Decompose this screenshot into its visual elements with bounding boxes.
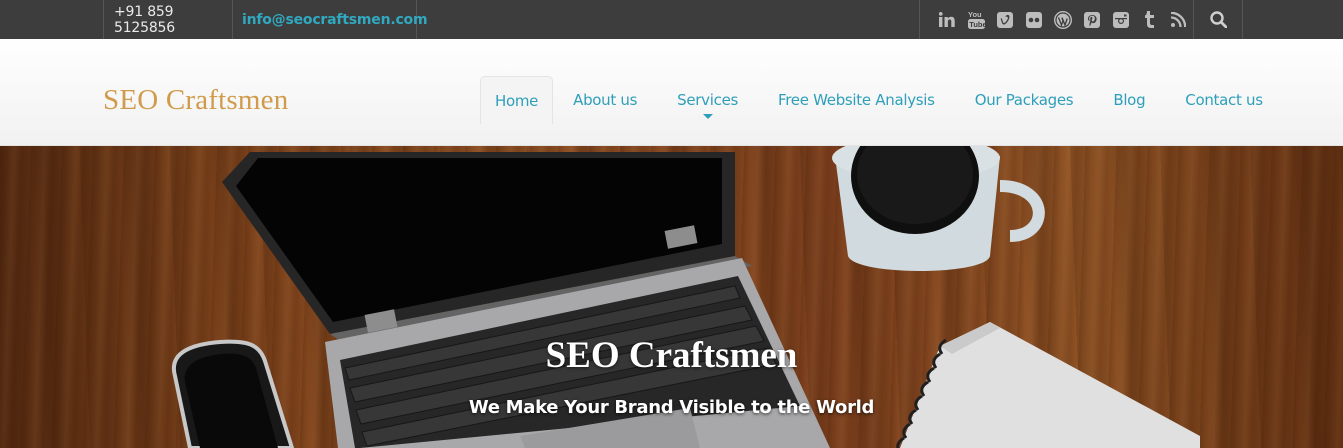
nav-services-label: Services [677, 91, 739, 109]
nav-free-website-analysis[interactable]: Free Website Analysis [758, 76, 955, 124]
instagram-icon[interactable] [1106, 0, 1135, 39]
nav-services[interactable]: Services [657, 76, 758, 124]
site-header: SEO Craftsmen Home About us Services Fre… [0, 39, 1343, 146]
dropdown-caret-icon [702, 114, 713, 119]
wordpress-icon[interactable] [1049, 0, 1078, 39]
site-logo[interactable]: SEO Craftsmen [103, 84, 288, 117]
nav-our-packages[interactable]: Our Packages [955, 76, 1094, 124]
svg-text:Tube: Tube [969, 20, 985, 29]
search-icon [1209, 11, 1227, 28]
flickr-icon[interactable] [1020, 0, 1049, 39]
hero-title: SEO Craftsmen [545, 335, 798, 376]
social-links: You Tube [919, 0, 1194, 39]
nav-about-us[interactable]: About us [553, 76, 657, 124]
search-button[interactable] [1194, 0, 1243, 39]
pinterest-icon[interactable] [1077, 0, 1106, 39]
main-nav: Home About us Services Free Website Anal… [480, 76, 1283, 124]
tumblr-icon[interactable] [1135, 0, 1164, 39]
linkedin-icon[interactable] [933, 0, 962, 39]
hero-tagline: We Make Your Brand Visible to the World [468, 397, 875, 418]
youtube-icon[interactable]: You Tube [962, 0, 991, 39]
nav-home[interactable]: Home [480, 76, 554, 124]
rss-icon[interactable] [1164, 0, 1193, 39]
vimeo-icon[interactable] [991, 0, 1020, 39]
phone-number: +91 859 5125856 [103, 0, 232, 39]
nav-contact-us[interactable]: Contact us [1165, 76, 1282, 124]
nav-blog[interactable]: Blog [1093, 76, 1165, 124]
email-link[interactable]: info@seocraftsmen.com [232, 0, 428, 39]
top-bar: +91 859 5125856 info@seocraftsmen.com Yo… [0, 0, 1343, 39]
hero-banner: SEO Craftsmen We Make Your Brand Visible… [0, 146, 1343, 448]
svg-text:You: You [968, 10, 982, 19]
